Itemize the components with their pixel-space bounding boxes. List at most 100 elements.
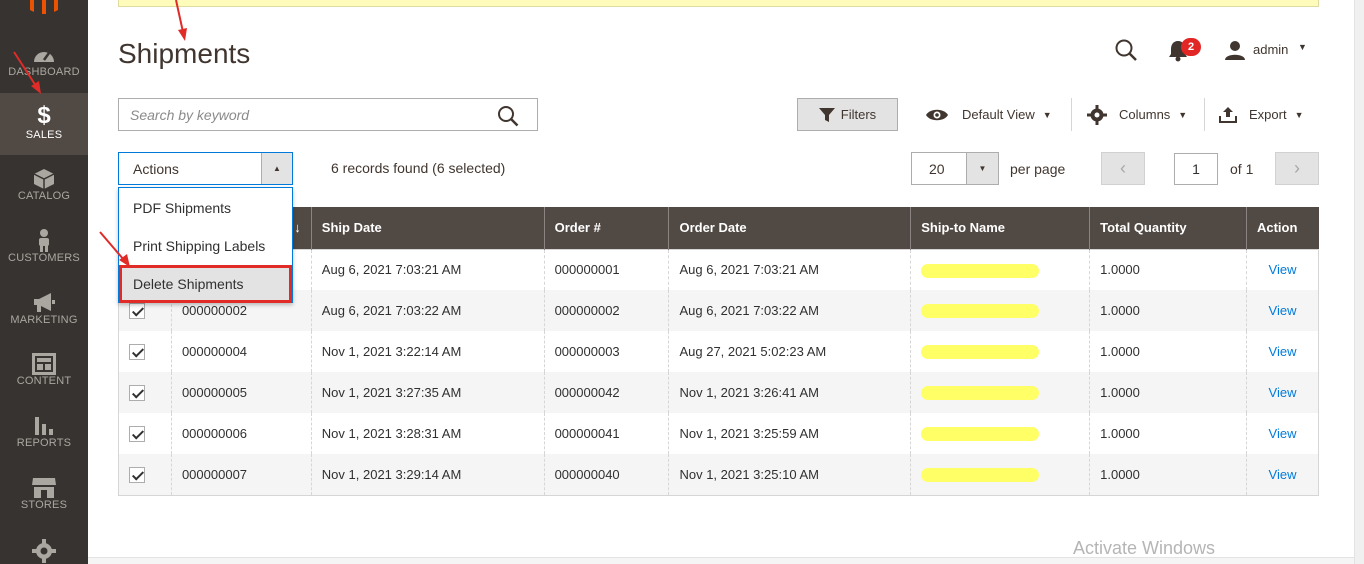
- sort-arrow-icon: ↓: [294, 220, 301, 236]
- annotation-arrow-icon: [99, 231, 130, 267]
- order-number-cell: 000000041: [544, 413, 670, 454]
- filters-button[interactable]: Filters: [797, 98, 898, 131]
- order-date-cell: Nov 1, 2021 3:26:41 AM: [668, 372, 912, 413]
- ship-to-name-cell: [910, 454, 1091, 495]
- sidebar-item-label: REPORTS: [16, 437, 72, 449]
- gear-icon[interactable]: [32, 539, 56, 563]
- admin-user-menu[interactable]: admin: [1253, 42, 1288, 57]
- row-checkbox-cell[interactable]: [118, 331, 172, 372]
- column-header-order-date[interactable]: Order Date: [668, 207, 912, 249]
- sidebar-item-marketing[interactable]: MARKETING: [0, 286, 88, 348]
- menu-item-pdf-shipments[interactable]: PDF Shipments: [119, 189, 292, 227]
- column-header-ship-date[interactable]: Ship Date: [311, 207, 545, 249]
- main-content: Shipments 2 admin ▼ Filters Defaul: [88, 0, 1364, 564]
- shipments-grid: ↓ Ship Date Order # Order Date Ship-to N…: [118, 207, 1319, 496]
- row-checkbox[interactable]: [129, 425, 145, 442]
- ship-to-name-cell: [910, 331, 1091, 372]
- sidebar-item-label: CUSTOMERS: [8, 252, 80, 264]
- row-checkbox[interactable]: [129, 466, 145, 483]
- ship-date-cell: Aug 6, 2021 7:03:22 AM: [311, 290, 545, 331]
- view-link[interactable]: View: [1269, 262, 1297, 277]
- column-header-total-quantity[interactable]: Total Quantity: [1089, 207, 1247, 249]
- view-link[interactable]: View: [1269, 426, 1297, 441]
- total-quantity-cell: 1.0000: [1089, 454, 1247, 495]
- previous-page-button[interactable]: ‹: [1101, 152, 1145, 185]
- filter-icon: [818, 107, 835, 122]
- next-page-button[interactable]: ›: [1275, 152, 1319, 185]
- per-page-select[interactable]: 20 ▼: [911, 152, 999, 185]
- sidebar-item-catalog[interactable]: CATALOG: [0, 162, 88, 224]
- redacted-name: [921, 304, 1040, 319]
- column-header-order-number[interactable]: Order #: [544, 207, 670, 249]
- layout-icon: [32, 353, 56, 375]
- keyword-search: [118, 98, 538, 131]
- dollar-icon: $: [37, 102, 51, 129]
- ship-date-cell: Nov 1, 2021 3:29:14 AM: [311, 454, 545, 495]
- magento-logo-icon[interactable]: [28, 0, 60, 14]
- total-pages-label: of 1: [1230, 161, 1254, 177]
- row-checkbox[interactable]: [129, 384, 145, 401]
- shipment-id-cell: 000000005: [171, 372, 312, 413]
- action-cell: View: [1246, 331, 1319, 372]
- search-icon[interactable]: [497, 105, 519, 127]
- sidebar-item-label: MARKETING: [10, 314, 78, 326]
- menu-item-delete-shipments[interactable]: Delete Shipments: [119, 265, 292, 303]
- table-row: 000000006 Nov 1, 2021 3:28:31 AM 0000000…: [118, 413, 1319, 454]
- search-input[interactable]: [119, 99, 479, 130]
- toolbar-divider: [1204, 98, 1205, 131]
- mass-actions-menu: PDF Shipments Print Shipping Labels Dele…: [118, 187, 293, 303]
- view-link[interactable]: View: [1269, 467, 1297, 482]
- action-cell: View: [1246, 249, 1319, 290]
- default-view-selector[interactable]: Default View ▼: [925, 98, 1052, 131]
- sidebar-item-label: STORES: [20, 499, 68, 511]
- table-row: 000000005 Nov 1, 2021 3:27:35 AM 0000000…: [118, 372, 1319, 413]
- shipment-id-cell: 000000006: [171, 413, 312, 454]
- sidebar-item-reports[interactable]: REPORTS: [0, 409, 88, 471]
- per-page-label: per page: [1010, 161, 1066, 177]
- megaphone-icon: [34, 293, 55, 312]
- action-cell: View: [1246, 413, 1319, 454]
- storefront-icon: [32, 478, 56, 498]
- ship-date-cell: Nov 1, 2021 3:27:35 AM: [311, 372, 545, 413]
- global-search-icon[interactable]: [1114, 38, 1138, 62]
- row-checkbox[interactable]: [129, 343, 145, 360]
- toolbar-divider: [1071, 98, 1072, 131]
- row-checkbox-cell[interactable]: [118, 454, 172, 495]
- system-notice-bar: [118, 0, 1319, 7]
- view-link[interactable]: View: [1269, 303, 1297, 318]
- windows-activation-watermark: Activate Windows: [1073, 538, 1216, 558]
- shipment-id-cell: 000000007: [171, 454, 312, 495]
- chevron-up-icon[interactable]: ▲: [261, 153, 292, 184]
- sidebar-item-customers[interactable]: CUSTOMERS: [0, 222, 88, 284]
- filters-button-label: Filters: [840, 107, 877, 122]
- chevron-down-icon[interactable]: ▼: [966, 153, 998, 184]
- view-link[interactable]: View: [1269, 344, 1297, 359]
- row-checkbox[interactable]: [129, 302, 145, 319]
- sidebar-item-content[interactable]: CONTENT: [0, 347, 88, 409]
- columns-control[interactable]: Columns ▼: [1087, 98, 1187, 131]
- table-row: 000000004 Nov 1, 2021 3:22:14 AM 0000000…: [118, 331, 1319, 372]
- ship-to-name-cell: [910, 249, 1091, 290]
- sidebar-item-sales[interactable]: $ SALES: [0, 93, 88, 155]
- export-control[interactable]: Export ▼: [1219, 98, 1304, 131]
- order-date-cell: Aug 6, 2021 7:03:22 AM: [668, 290, 912, 331]
- row-checkbox-cell[interactable]: [118, 372, 172, 413]
- chevron-down-icon[interactable]: ▼: [1298, 42, 1307, 52]
- cube-icon: [33, 169, 55, 189]
- current-page-input[interactable]: [1174, 153, 1218, 185]
- ship-to-name-cell: [910, 413, 1091, 454]
- vertical-scrollbar[interactable]: [1354, 0, 1364, 564]
- column-header-ship-to-name[interactable]: Ship-to Name: [910, 207, 1091, 249]
- order-number-cell: 000000042: [544, 372, 670, 413]
- records-found-text: 6 records found (6 selected): [331, 160, 506, 176]
- row-checkbox-cell[interactable]: [118, 413, 172, 454]
- per-page-value: 20: [929, 161, 945, 177]
- page-footer-strip: [88, 557, 1364, 564]
- sidebar-item-stores[interactable]: STORES: [0, 471, 88, 533]
- chevron-down-icon: ▼: [1178, 109, 1188, 120]
- mass-actions-dropdown[interactable]: Actions ▲: [118, 152, 293, 185]
- user-icon[interactable]: [1224, 40, 1246, 60]
- menu-item-print-shipping-labels[interactable]: Print Shipping Labels: [119, 227, 292, 265]
- view-link[interactable]: View: [1269, 385, 1297, 400]
- chevron-down-icon: ▼: [1042, 109, 1052, 120]
